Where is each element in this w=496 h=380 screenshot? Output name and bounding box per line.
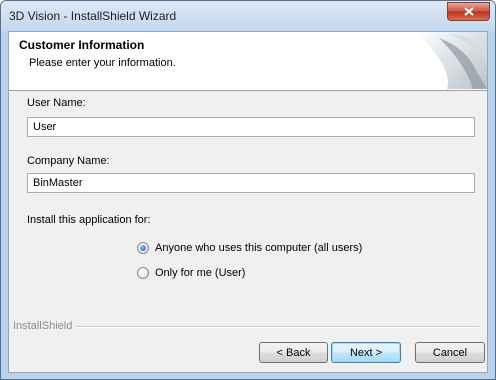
page-title: Customer Information: [19, 38, 145, 52]
wizard-header: Customer Information Please enter your i…: [9, 32, 487, 91]
radio-button-selected[interactable]: [137, 242, 149, 254]
branding-text: InstallShield: [13, 320, 77, 332]
back-button[interactable]: < Back: [259, 342, 328, 363]
radio-all-users-label: Anyone who uses this computer (all users…: [155, 242, 363, 254]
radio-all-users[interactable]: Anyone who uses this computer (all users…: [137, 242, 362, 254]
install-for-label: Install this application for:: [27, 214, 151, 226]
user-name-label: User Name:: [27, 97, 86, 109]
next-button[interactable]: Next >: [331, 342, 401, 363]
title-bar[interactable]: 3D Vision - InstallShield Wizard: [1, 1, 495, 31]
radio-dot-icon: [140, 245, 146, 251]
close-icon: [463, 7, 474, 16]
radio-only-me-label: Only for me (User): [155, 267, 246, 279]
window-title: 3D Vision - InstallShield Wizard: [9, 9, 177, 23]
radio-only-me[interactable]: Only for me (User): [137, 267, 245, 279]
radio-button-unselected[interactable]: [137, 267, 149, 279]
installer-window: 3D Vision - InstallShield Wizard Custome…: [0, 0, 496, 380]
user-name-field[interactable]: [27, 117, 475, 137]
company-name-field[interactable]: [27, 173, 475, 193]
page-subtitle: Please enter your information.: [29, 57, 176, 69]
company-name-label: Company Name:: [27, 155, 110, 167]
branding-divider: [13, 326, 479, 328]
dialog-client-area: Customer Information Please enter your i…: [8, 31, 488, 373]
close-button[interactable]: [447, 2, 490, 21]
header-graphic-icon: [417, 32, 487, 89]
installshield-branding: InstallShield: [13, 320, 479, 332]
cancel-button[interactable]: Cancel: [415, 342, 485, 363]
